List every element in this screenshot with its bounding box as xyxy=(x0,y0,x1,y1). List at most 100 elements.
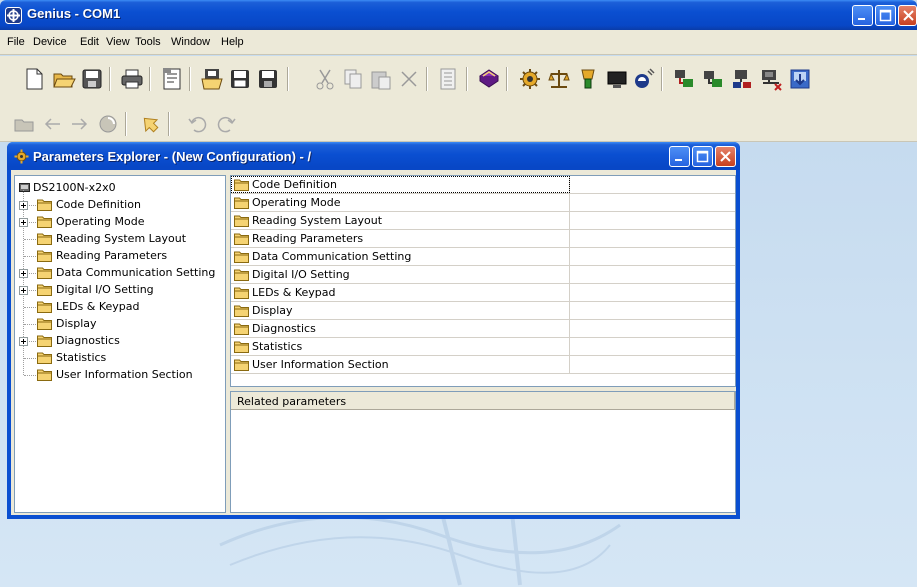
expand-icon[interactable] xyxy=(19,286,28,295)
network-error-icon[interactable] xyxy=(759,67,783,91)
close-button[interactable] xyxy=(898,5,917,26)
list-item-label: LEDs & Keypad xyxy=(252,286,336,299)
genius-app-icon[interactable] xyxy=(5,7,22,24)
list-item-name-cell[interactable]: Reading Parameters xyxy=(231,230,570,247)
tree-item-label: Diagnostics xyxy=(56,334,120,347)
list-item-name-cell[interactable]: Code Definition xyxy=(231,176,570,193)
folder-up-icon[interactable] xyxy=(12,112,36,136)
undo-icon[interactable] xyxy=(186,112,210,136)
toolbar-separator xyxy=(125,112,127,136)
print-icon[interactable] xyxy=(120,67,144,91)
tree-item[interactable]: Diagnostics xyxy=(15,333,220,349)
child-title-bar[interactable]: Parameters Explorer - (New Configuration… xyxy=(7,142,740,170)
tree-item-label: Digital I/O Setting xyxy=(56,283,154,296)
device-settings-icon[interactable] xyxy=(518,67,542,91)
list-item[interactable]: User Information Section xyxy=(231,356,735,374)
expand-icon[interactable] xyxy=(19,218,28,227)
properties-icon[interactable] xyxy=(160,67,184,91)
save-all-icon[interactable] xyxy=(256,67,280,91)
network-icon[interactable] xyxy=(672,67,696,91)
list-item-name-cell[interactable]: Operating Mode xyxy=(231,194,570,211)
network-add-icon[interactable] xyxy=(701,67,725,91)
list-item[interactable]: Reading Parameters xyxy=(231,230,735,248)
list-item-label: Diagnostics xyxy=(252,322,316,335)
maximize-button[interactable] xyxy=(875,5,896,26)
list-item-name-cell[interactable]: Display xyxy=(231,302,570,319)
list-item[interactable]: Digital I/O Setting xyxy=(231,266,735,284)
list-item[interactable]: LEDs & Keypad xyxy=(231,284,735,302)
parameter-tree[interactable]: DS2100N-x2x0 Code Definition Operating Mo… xyxy=(14,175,226,513)
monitor-icon[interactable] xyxy=(605,67,629,91)
save-icon[interactable] xyxy=(80,67,104,91)
menu-edit[interactable]: Edit xyxy=(80,36,99,48)
tree-item[interactable]: Data Communication Setting xyxy=(15,265,220,281)
list-item-name-cell[interactable]: Data Communication Setting xyxy=(231,248,570,265)
open-folder-icon[interactable] xyxy=(52,67,76,91)
list-item[interactable]: Statistics xyxy=(231,338,735,356)
tree-item[interactable]: Digital I/O Setting xyxy=(15,282,220,298)
menu-window[interactable]: Window xyxy=(171,36,210,48)
main-title-bar[interactable]: Genius - COM1 xyxy=(0,0,917,30)
tree-item[interactable]: User Information Section xyxy=(15,367,220,383)
menu-file[interactable]: File xyxy=(7,36,25,48)
gear-icon[interactable] xyxy=(14,149,29,167)
menu-view[interactable]: View xyxy=(106,36,130,48)
menu-device[interactable]: Device xyxy=(33,36,67,48)
list-item-name-cell[interactable]: Digital I/O Setting xyxy=(231,266,570,283)
send-icon[interactable] xyxy=(138,112,162,136)
paste-icon[interactable] xyxy=(369,67,393,91)
menu-help[interactable]: Help xyxy=(221,36,244,48)
list-item[interactable]: Display xyxy=(231,302,735,320)
list-item[interactable]: Operating Mode xyxy=(231,194,735,212)
list-item-name-cell[interactable]: User Information Section xyxy=(231,356,570,373)
list-item-name-cell[interactable]: LEDs & Keypad xyxy=(231,284,570,301)
back-arrow-icon[interactable] xyxy=(40,112,64,136)
child-close-button[interactable] xyxy=(715,146,736,167)
list-item[interactable]: Diagnostics xyxy=(231,320,735,338)
tree-item[interactable]: Code Definition xyxy=(15,197,220,213)
save-config-icon[interactable] xyxy=(228,67,252,91)
cut-icon[interactable] xyxy=(313,67,337,91)
scanner-icon[interactable] xyxy=(576,67,600,91)
tree-item[interactable]: LEDs & Keypad xyxy=(15,299,220,315)
tree-item[interactable]: Reading Parameters xyxy=(15,248,220,264)
child-minimize-button[interactable] xyxy=(669,146,690,167)
list-item-name-cell[interactable]: Diagnostics xyxy=(231,320,570,337)
network-remove-icon[interactable] xyxy=(730,67,754,91)
new-file-icon[interactable] xyxy=(22,67,46,91)
tree-item-label: Reading System Layout xyxy=(56,232,187,245)
menu-tools[interactable]: Tools xyxy=(135,36,161,48)
expand-icon[interactable] xyxy=(19,269,28,278)
balance-icon[interactable] xyxy=(547,67,571,91)
copy-icon[interactable] xyxy=(341,67,365,91)
tree-item[interactable]: Operating Mode xyxy=(15,214,220,230)
expand-icon[interactable] xyxy=(19,337,28,346)
open-config-icon[interactable] xyxy=(200,67,224,91)
satellite-icon[interactable] xyxy=(632,67,656,91)
expand-icon[interactable] xyxy=(19,201,28,210)
minimize-button[interactable] xyxy=(852,5,873,26)
child-window-body: DS2100N-x2x0 Code Definition Operating Mo… xyxy=(11,170,736,515)
related-parameters-header[interactable]: Related parameters xyxy=(231,392,735,410)
list-item-name-cell[interactable]: Statistics xyxy=(231,338,570,355)
list-item[interactable]: Code Definition xyxy=(231,176,735,194)
download-icon[interactable] xyxy=(788,67,812,91)
redo-icon[interactable] xyxy=(214,112,238,136)
tree-item[interactable]: Display xyxy=(15,316,220,332)
forward-arrow-icon[interactable] xyxy=(68,112,92,136)
parameter-list[interactable]: Code Definition Operating Mode Reading Sys… xyxy=(230,175,736,387)
delete-icon[interactable] xyxy=(397,67,421,91)
tree-item[interactable]: Statistics xyxy=(15,350,220,366)
child-maximize-button[interactable] xyxy=(692,146,713,167)
folder-icon xyxy=(37,284,52,296)
folder-icon xyxy=(37,317,53,333)
tree-item[interactable]: Reading System Layout xyxy=(15,231,220,247)
list-icon[interactable] xyxy=(437,67,461,91)
list-item[interactable]: Data Communication Setting xyxy=(231,248,735,266)
folder-icon xyxy=(37,334,53,350)
tree-root-item[interactable]: DS2100N-x2x0 xyxy=(19,180,219,196)
list-item[interactable]: Reading System Layout xyxy=(231,212,735,230)
book-icon[interactable] xyxy=(477,67,501,91)
list-item-name-cell[interactable]: Reading System Layout xyxy=(231,212,570,229)
refresh-icon[interactable] xyxy=(96,112,120,136)
